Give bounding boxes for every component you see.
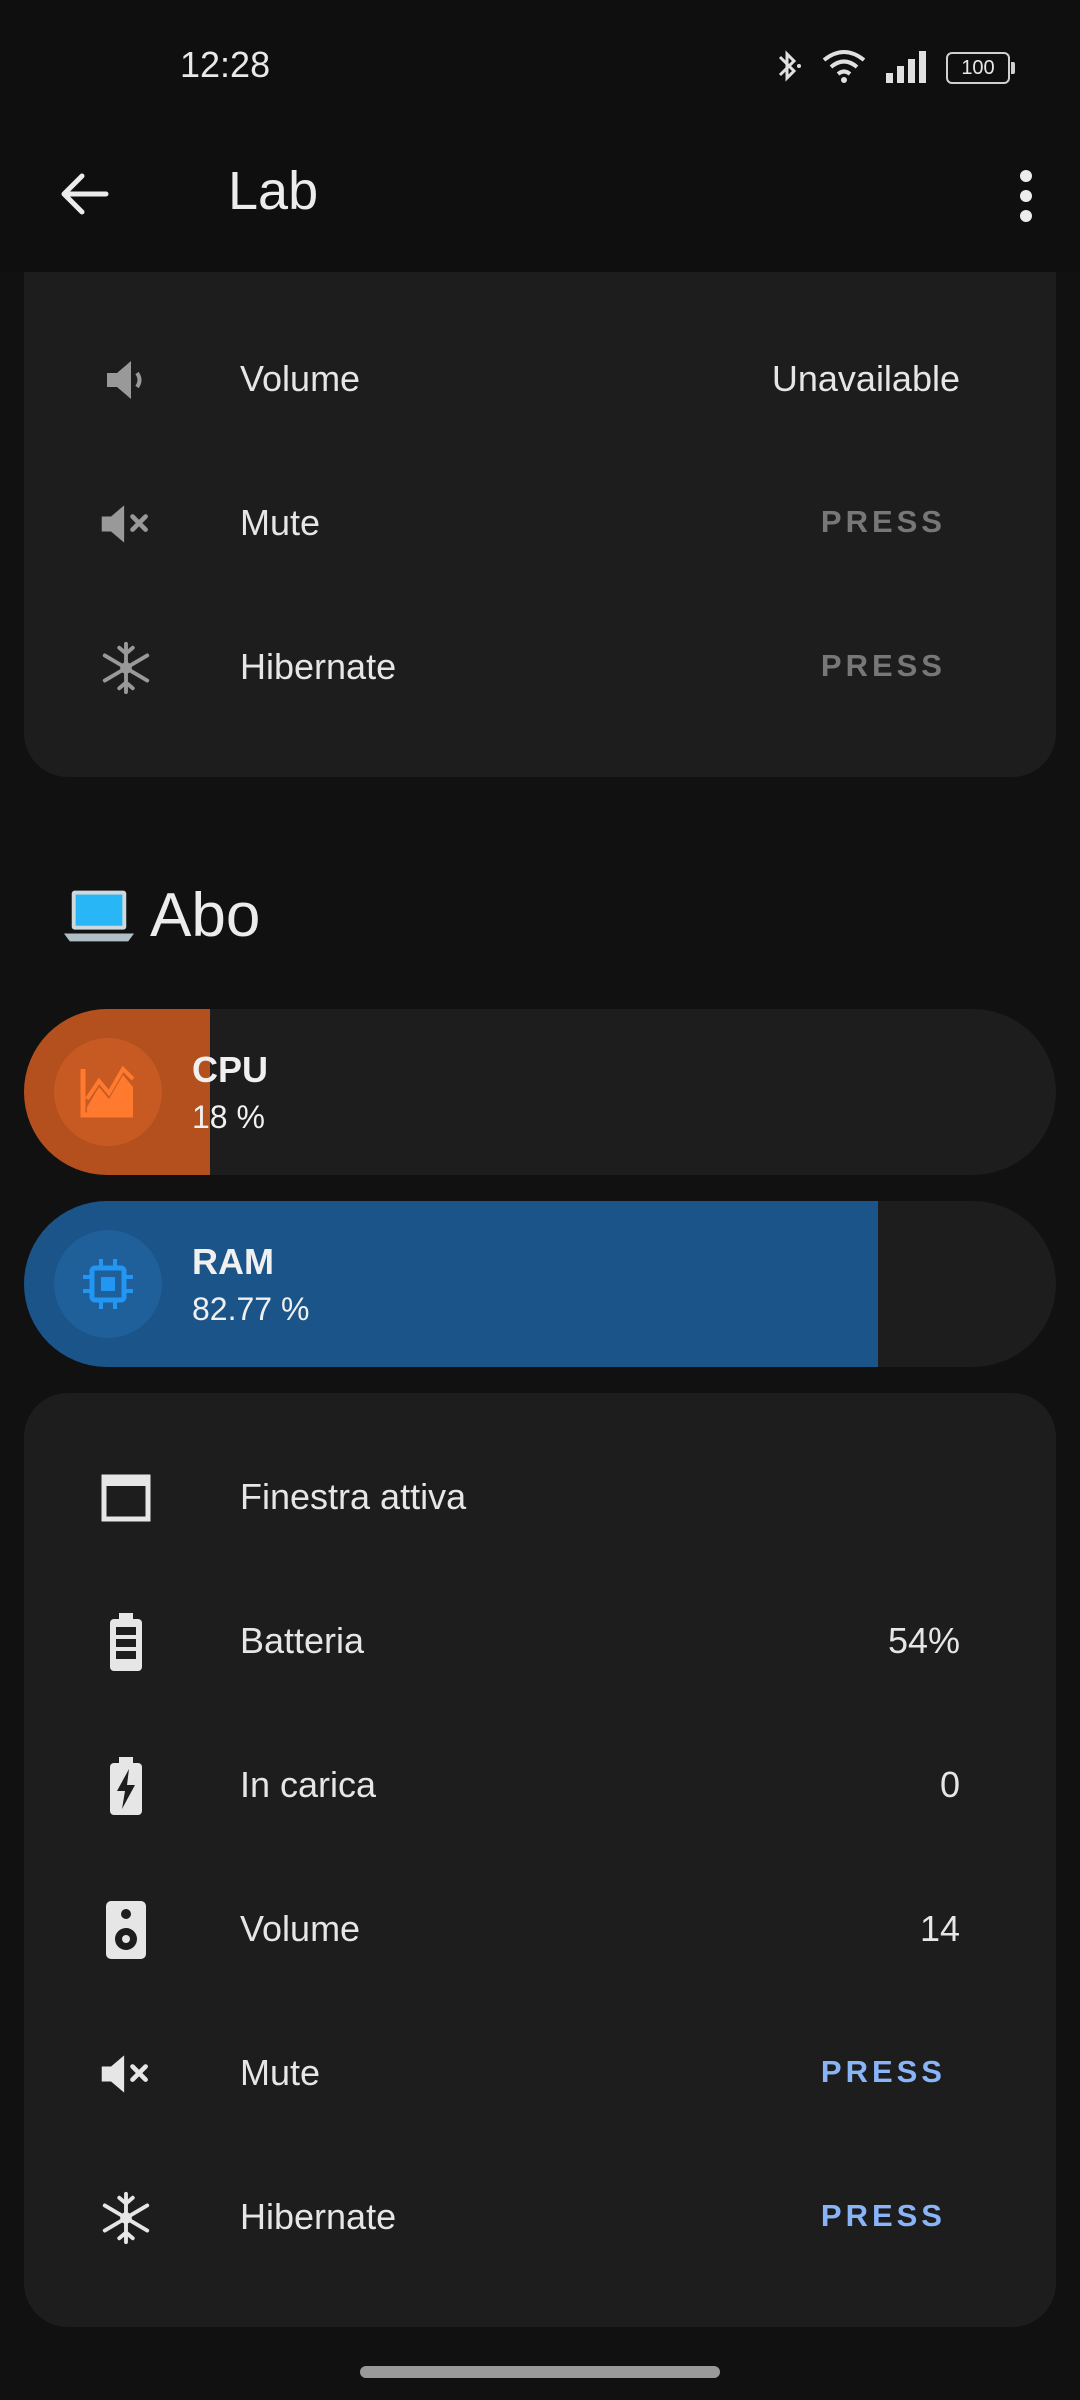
battery-icon — [98, 1613, 154, 1671]
entity-row-hibernate: Hibernate PRESS — [0, 2146, 1032, 2290]
entity-label: Volume — [240, 1908, 361, 1949]
signal-icon — [884, 49, 928, 88]
laptop-icon — [62, 884, 136, 948]
entity-label: Volume — [240, 358, 361, 399]
entity-label: Hibernate — [240, 2196, 397, 2237]
page-title: Lab — [228, 161, 319, 221]
meter-value: 82.77 % — [192, 1291, 310, 1327]
status-bar: 12:28 100 — [0, 0, 1080, 130]
ram-icon-badge — [54, 1230, 162, 1338]
meter-name: RAM — [192, 1241, 274, 1282]
entity-label: Mute — [240, 2052, 321, 2093]
memory-chip-icon — [83, 1259, 133, 1309]
chart-line-icon — [80, 1065, 135, 1118]
entity-row-volume-unavailable[interactable]: Volume Unavailable — [0, 308, 1032, 452]
entity-row-active-window[interactable]: Finestra attiva — [0, 1426, 1032, 1570]
volume-mute-icon — [98, 2046, 154, 2102]
mute-press-button[interactable]: PRESS — [821, 2054, 946, 2090]
more-vertical-icon — [1020, 170, 1032, 222]
battery-indicator: 100 — [946, 52, 1015, 84]
bluetooth-icon — [774, 47, 804, 90]
entity-row-battery[interactable]: Batteria 54% — [0, 1570, 1032, 1714]
window-icon — [98, 1470, 154, 1526]
section-name: Abo — [150, 881, 261, 950]
ram-meter[interactable]: RAM 82.77 % — [24, 1201, 1056, 1367]
snowflake-icon — [98, 2190, 154, 2246]
entity-label: Mute — [240, 502, 321, 543]
mute-press-button: PRESS — [820, 504, 946, 539]
section-title: Abo — [62, 880, 260, 951]
entity-label: Hibernate — [240, 646, 397, 687]
entity-row-hibernate-unavailable: Hibernate PRESS — [0, 596, 1032, 740]
entity-value: 0 — [939, 1764, 960, 1805]
entity-row-mute-unavailable: Mute PRESS — [0, 452, 1032, 596]
cpu-meter[interactable]: CPU 18 % — [24, 1009, 1056, 1175]
back-button[interactable] — [52, 162, 116, 226]
entity-value: Unavailable — [771, 358, 960, 399]
entity-label: Finestra attiva — [240, 1476, 467, 1517]
status-time: 12:28 — [180, 44, 271, 85]
entity-label: In carica — [240, 1764, 377, 1805]
entity-value: 54% — [887, 1620, 960, 1661]
entity-value: 14 — [919, 1908, 960, 1949]
arrow-left-icon — [61, 173, 109, 215]
meter-value: 18 % — [192, 1099, 265, 1135]
status-icons: 100 — [774, 47, 1015, 90]
battery-charging-icon — [98, 1757, 154, 1815]
volume-mute-icon — [98, 496, 154, 552]
snowflake-icon — [98, 640, 154, 696]
hibernate-press-button: PRESS — [820, 648, 946, 683]
wifi-icon — [822, 48, 866, 89]
app-bar: Lab — [0, 130, 1080, 272]
speaker-icon — [98, 1901, 154, 1959]
entity-row-volume[interactable]: Volume 14 — [0, 1858, 1032, 2002]
overflow-menu-button[interactable] — [998, 160, 1054, 232]
entity-row-mute: Mute PRESS — [0, 2002, 1032, 2146]
home-indicator[interactable] — [360, 2366, 720, 2378]
cpu-icon-badge — [54, 1038, 162, 1146]
hibernate-press-button[interactable]: PRESS — [821, 2198, 946, 2234]
entity-row-charging[interactable]: In carica 0 — [0, 1714, 1032, 1858]
entity-label: Batteria — [240, 1620, 365, 1661]
meter-name: CPU — [192, 1049, 269, 1090]
volume-low-icon — [98, 352, 154, 408]
